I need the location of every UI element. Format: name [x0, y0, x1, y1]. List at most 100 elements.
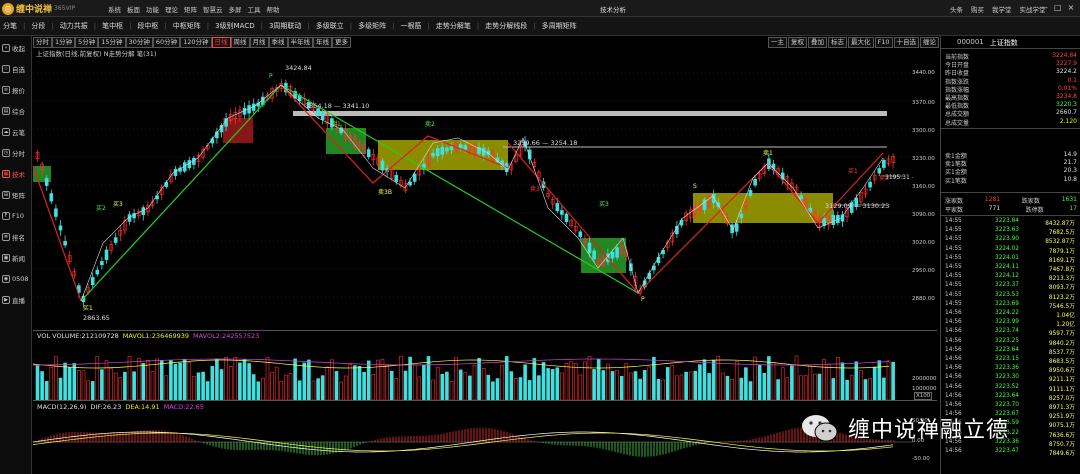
- period-tab[interactable]: 30分钟: [125, 37, 153, 48]
- toolbar-item[interactable]: 段中枢: [137, 21, 158, 31]
- stat-value: 0.1: [1067, 76, 1077, 84]
- volume-bar: [468, 375, 472, 400]
- volume-bar: [831, 378, 836, 400]
- nav-item[interactable]: ◉ 0508: [2, 272, 32, 286]
- chart-button[interactable]: 缠论: [920, 37, 940, 48]
- tick-row: 14:56 3223.52 9111.1万: [945, 384, 1077, 393]
- volume-bar: [100, 369, 104, 400]
- top-right-menu-item[interactable]: 头条: [950, 4, 963, 14]
- candle: [463, 145, 468, 150]
- toolbar-item[interactable]: 分笔: [3, 21, 17, 31]
- toolbar-item[interactable]: 笔中枢: [102, 21, 123, 31]
- nav-item[interactable]: ☁ 云笔: [2, 125, 32, 139]
- period-tab[interactable]: 季线: [268, 37, 288, 48]
- top-right-menu-item[interactable]: 我学堂: [992, 4, 1012, 14]
- top-menu-item[interactable]: 理论: [165, 4, 178, 14]
- chart-button[interactable]: F10: [874, 37, 893, 48]
- nav-item[interactable]: ▦ 技术: [2, 167, 32, 181]
- nav-item[interactable]: ≡ 报价: [2, 83, 32, 97]
- volume-bar: [739, 377, 744, 400]
- nav-icon: F: [2, 212, 10, 220]
- toolbar-item[interactable]: 动力共振: [60, 21, 88, 31]
- tick-time: 14:56: [945, 356, 962, 362]
- period-tab[interactable]: 60分钟: [152, 37, 181, 48]
- top-menu-item[interactable]: 工具: [248, 4, 261, 14]
- nav-item[interactable]: ≣ 排名: [2, 230, 32, 244]
- chart-button[interactable]: 叠加: [808, 37, 827, 48]
- chart-button[interactable]: 标志: [828, 37, 847, 48]
- toolbar-item[interactable]: 多级联立: [316, 21, 344, 31]
- nav-item[interactable]: ☆ 自选: [2, 62, 32, 76]
- tick-time: 14:56: [945, 337, 962, 344]
- chart-button[interactable]: 一主: [768, 37, 787, 48]
- analysis-toolbar: 分笔 | 分段 | 动力共振 | 笔中枢 | 段中枢 | 中枢矩阵 | 3级别MACD | 3周期联动 | 多级…: [0, 17, 1080, 36]
- nav-label: 分时: [12, 150, 25, 158]
- close-icon[interactable]: ×: [1068, 3, 1075, 12]
- tick-row: 14:56 3223.99 1.20亿: [945, 319, 1077, 328]
- volume-bar: [247, 363, 251, 400]
- chart-button[interactable]: 复权: [788, 37, 807, 48]
- nav-item[interactable]: ▶ 直播: [2, 293, 32, 307]
- y-tick: 2880.00: [912, 296, 935, 302]
- top-menu-item[interactable]: 功能: [146, 4, 159, 14]
- period-tab[interactable]: 日线: [211, 37, 231, 48]
- high-price-label: 3424.84: [285, 64, 312, 72]
- period-tab[interactable]: 半年线: [287, 37, 314, 48]
- toolbar-item[interactable]: 一根筋: [401, 21, 422, 31]
- nav-item[interactable]: «收起: [2, 41, 32, 55]
- tick-row: 14:55 3223.90 8532.87万: [945, 236, 1077, 245]
- period-tab[interactable]: 120分钟: [180, 37, 212, 48]
- nav-item[interactable]: ▣ 新闻: [2, 251, 32, 265]
- volume-bar: [86, 380, 90, 400]
- toolbar-item[interactable]: 走势分解笔: [436, 21, 471, 31]
- order-key: 卖1笔数: [945, 161, 967, 169]
- top-right-menu-item[interactable]: 购买: [971, 4, 984, 14]
- period-tab[interactable]: 5分钟: [75, 37, 99, 48]
- toolbar-item[interactable]: 中枢矩阵: [173, 21, 201, 31]
- nav-item[interactable]: ▤ 综合: [2, 104, 32, 118]
- candle: [104, 249, 109, 260]
- top-menu-item[interactable]: 智慧云: [203, 4, 223, 14]
- volume-bar: [564, 363, 569, 400]
- kline-chart[interactable]: 买1买2买3P卖1 卖2卖3B 卖3买3PS卖1买1卖33424.842863.65…: [33, 58, 913, 330]
- period-tab[interactable]: 分时: [33, 37, 52, 48]
- updown-row: 平家数 771 跌停数 17: [945, 205, 1077, 214]
- period-tab[interactable]: 年线: [313, 37, 333, 48]
- top-menu-item[interactable]: 帮助: [267, 4, 280, 14]
- candle: [44, 178, 49, 186]
- period-tab[interactable]: 周线: [230, 37, 250, 48]
- volume-bar: [734, 360, 739, 400]
- maximize-icon[interactable]: □: [1054, 3, 1062, 12]
- nav-item[interactable]: F F10: [2, 209, 32, 223]
- nav-item[interactable]: ◷ 分时: [2, 146, 32, 160]
- volume-bar: [725, 375, 730, 400]
- toolbar-item[interactable]: 多周期矩阵: [542, 21, 577, 31]
- volume-bar: [886, 360, 891, 400]
- top-menu-item[interactable]: 系统: [108, 4, 121, 14]
- stat-row: 当前指数 3224.84: [945, 52, 1077, 61]
- toolbar-item[interactable]: 3周期联动: [269, 21, 301, 31]
- volume-bar: [702, 359, 707, 400]
- volume-bar: [817, 373, 822, 400]
- period-tab[interactable]: 1分钟: [52, 37, 76, 48]
- chart-button[interactable]: 最大化: [848, 37, 874, 48]
- volume-bar: [316, 378, 320, 400]
- minimize-icon[interactable]: —: [1040, 3, 1048, 12]
- toolbar-item[interactable]: 分段: [31, 21, 45, 31]
- order-row: 卖1金额 14.9: [945, 151, 1077, 160]
- period-tab[interactable]: 月线: [249, 37, 269, 48]
- nav-item[interactable]: ⊞ 矩阵: [2, 188, 32, 202]
- chart-button[interactable]: 十自选: [893, 37, 920, 48]
- toolbar-item[interactable]: 走势分解线段: [485, 21, 527, 31]
- toolbar-item[interactable]: 多级矩阵: [358, 21, 386, 31]
- top-menu-item[interactable]: 板面: [127, 4, 140, 14]
- top-menu-item[interactable]: 矩阵: [184, 4, 197, 14]
- period-tab[interactable]: 更多: [332, 37, 352, 48]
- period-tab[interactable]: 15分钟: [98, 37, 126, 48]
- volume-bar: [90, 381, 95, 400]
- tick-volume: 8093.7万: [1048, 285, 1075, 292]
- stat-key: 昨日收盘: [945, 70, 970, 78]
- top-menu-item[interactable]: 多屏: [229, 4, 242, 14]
- toolbar-item[interactable]: 3级别MACD: [215, 21, 254, 31]
- candle: [748, 190, 753, 196]
